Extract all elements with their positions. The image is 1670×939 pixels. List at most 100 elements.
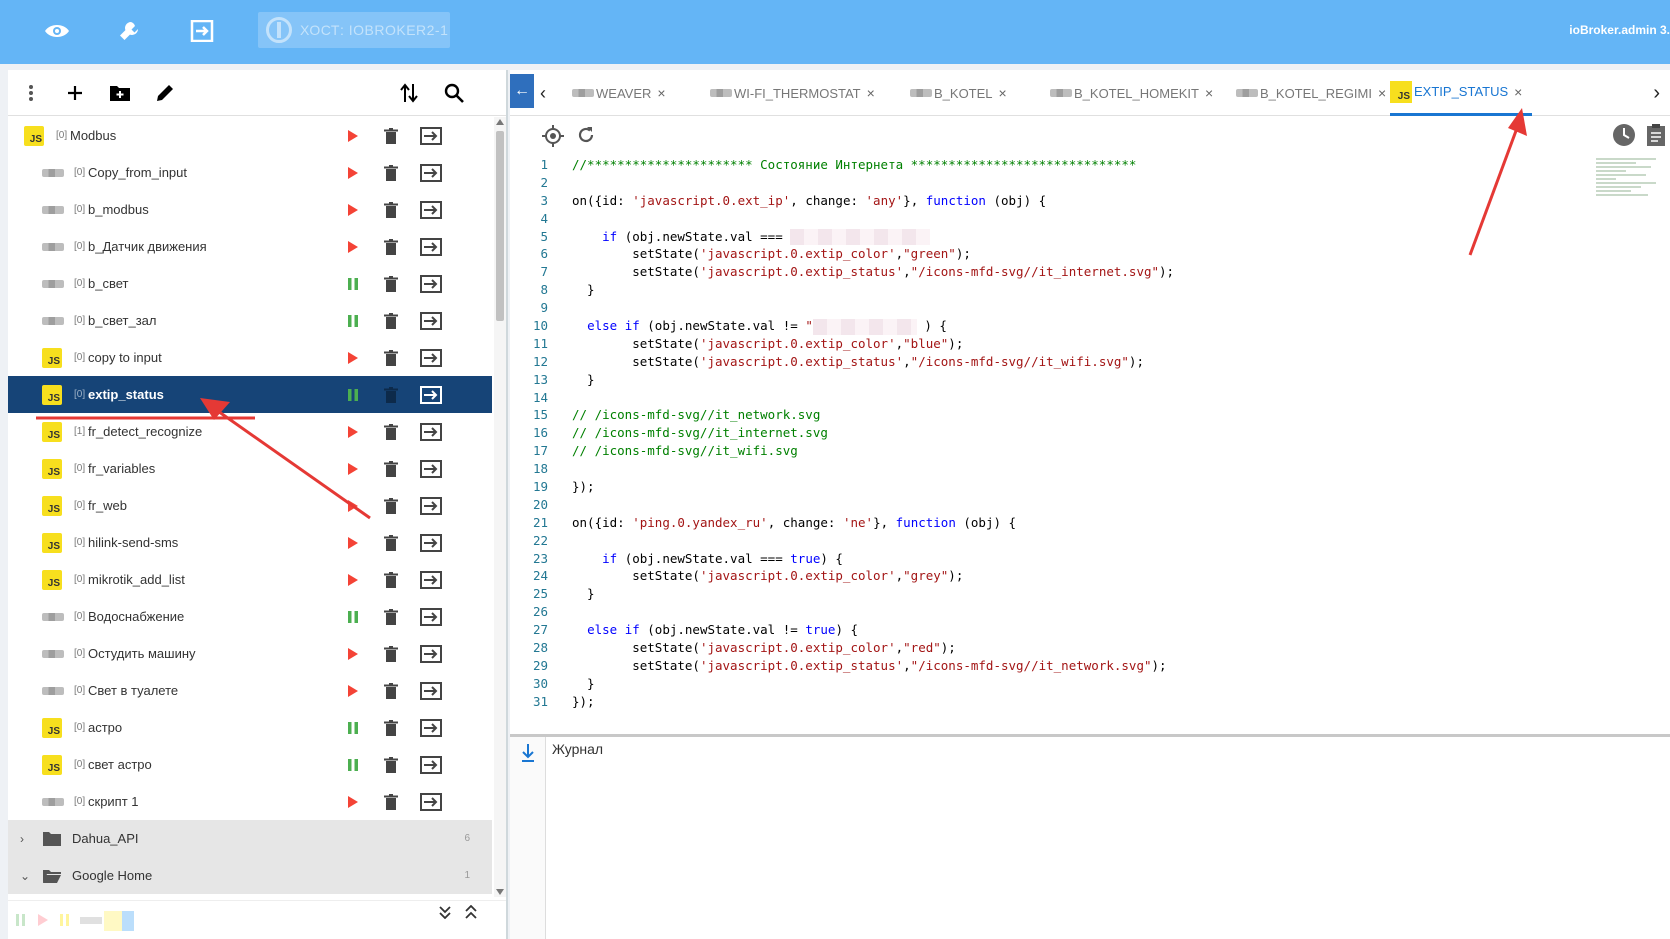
clipboard-icon[interactable]	[1646, 123, 1666, 152]
script-row[interactable]: JS [0] астро	[8, 709, 492, 746]
close-icon[interactable]: ×	[867, 85, 875, 101]
pause-icon[interactable]	[342, 606, 364, 628]
export-icon[interactable]	[420, 680, 442, 702]
export-icon[interactable]	[420, 495, 442, 517]
export-icon[interactable]	[420, 310, 442, 332]
delete-icon[interactable]	[380, 532, 402, 554]
chevron-down-icon[interactable]: ⌄	[20, 869, 30, 883]
script-row[interactable]: [0] b_modbus	[8, 191, 492, 228]
script-row[interactable]: JS [1] fr_detect_recognize	[8, 413, 492, 450]
script-row[interactable]: JS [0] свет астро	[8, 746, 492, 783]
chevron-right-icon[interactable]: ›	[20, 832, 24, 846]
close-icon[interactable]: ×	[1378, 85, 1386, 101]
script-row[interactable]: JS [0] fr_web	[8, 487, 492, 524]
play-icon[interactable]	[342, 495, 364, 517]
close-icon[interactable]: ×	[1205, 85, 1213, 101]
eye-icon[interactable]	[40, 14, 74, 48]
collapse-panel-button[interactable]: ←	[510, 74, 534, 108]
close-icon[interactable]: ×	[657, 85, 665, 101]
pause-icon[interactable]	[342, 273, 364, 295]
script-row[interactable]: JS [0] fr_variables	[8, 450, 492, 487]
logout-icon[interactable]	[185, 14, 219, 48]
folder-row[interactable]: ⌄ Google Home 1	[8, 857, 492, 894]
delete-icon[interactable]	[380, 643, 402, 665]
search-icon[interactable]	[439, 78, 469, 108]
export-icon[interactable]	[420, 273, 442, 295]
pause-icon[interactable]	[342, 754, 364, 776]
folder-row[interactable]: › Dahua_API 6	[8, 820, 492, 857]
script-row[interactable]: [0] скрипт 1	[8, 783, 492, 820]
delete-icon[interactable]	[380, 717, 402, 739]
script-row[interactable]: JS [0] hilink-send-sms	[8, 524, 492, 561]
wrench-icon[interactable]	[112, 14, 146, 48]
tab-extip_status[interactable]: JS EXTIP_STATUS ×	[1390, 70, 1533, 116]
close-icon[interactable]: ×	[1514, 84, 1522, 100]
delete-icon[interactable]	[380, 495, 402, 517]
delete-icon[interactable]	[380, 347, 402, 369]
filter-icons[interactable]	[14, 911, 134, 931]
add-folder-button[interactable]	[105, 78, 135, 108]
export-icon[interactable]	[420, 791, 442, 813]
play-icon[interactable]	[342, 458, 364, 480]
delete-icon[interactable]	[380, 162, 402, 184]
export-icon[interactable]	[420, 421, 442, 443]
play-icon[interactable]	[342, 421, 364, 443]
host-selector[interactable]: ХОСТ: IOBROKER2-1	[258, 12, 450, 48]
delete-icon[interactable]	[380, 791, 402, 813]
delete-icon[interactable]	[380, 569, 402, 591]
tab-b_kotel_regimi[interactable]: B_KOTEL_REGIMI ×	[1236, 70, 1386, 116]
script-row[interactable]: [0] b_свет	[8, 265, 492, 302]
export-icon[interactable]	[420, 199, 442, 221]
code-editor[interactable]: 1 //********************** Состояние Инте…	[510, 156, 1670, 756]
expand-all-icon[interactable]	[438, 905, 452, 924]
export-icon[interactable]	[420, 754, 442, 776]
script-row[interactable]: JS [0] copy to input	[8, 339, 492, 376]
tab-b_kotel_homekit[interactable]: B_KOTEL_HOMEKIT ×	[1050, 70, 1213, 116]
play-icon[interactable]	[342, 532, 364, 554]
play-icon[interactable]	[342, 643, 364, 665]
script-row[interactable]: [0] b_Датчик движения	[8, 228, 492, 265]
delete-icon[interactable]	[380, 273, 402, 295]
script-row[interactable]: [0] b_свет_зал	[8, 302, 492, 339]
export-icon[interactable]	[420, 236, 442, 258]
script-list-scrollbar[interactable]	[494, 117, 506, 897]
tabs-scroll-left-icon[interactable]: ‹	[540, 83, 546, 104]
play-icon[interactable]	[342, 347, 364, 369]
export-icon[interactable]	[420, 643, 442, 665]
more-icon[interactable]	[16, 78, 46, 108]
delete-icon[interactable]	[380, 384, 402, 406]
tab-b_kotel[interactable]: B_KOTEL ×	[910, 70, 1007, 116]
export-icon[interactable]	[420, 347, 442, 369]
delete-icon[interactable]	[380, 458, 402, 480]
export-icon[interactable]	[420, 162, 442, 184]
delete-icon[interactable]	[380, 680, 402, 702]
play-icon[interactable]	[342, 791, 364, 813]
export-icon[interactable]	[420, 717, 442, 739]
close-icon[interactable]: ×	[999, 85, 1007, 101]
clock-icon[interactable]	[1612, 123, 1636, 152]
refresh-icon[interactable]	[576, 125, 596, 150]
script-row[interactable]: JS [0] extip_status	[8, 376, 492, 413]
locate-icon[interactable]	[542, 125, 564, 152]
script-row[interactable]: [0] Свет в туалете	[8, 672, 492, 709]
play-icon[interactable]	[342, 236, 364, 258]
edit-button[interactable]	[150, 78, 180, 108]
pause-icon[interactable]	[342, 717, 364, 739]
delete-icon[interactable]	[380, 310, 402, 332]
export-icon[interactable]	[420, 384, 442, 406]
play-icon[interactable]	[342, 569, 364, 591]
play-icon[interactable]	[342, 680, 364, 702]
delete-icon[interactable]	[380, 754, 402, 776]
collapse-all-icon[interactable]	[464, 904, 478, 924]
play-icon[interactable]	[342, 125, 364, 147]
delete-icon[interactable]	[380, 236, 402, 258]
export-icon[interactable]	[420, 458, 442, 480]
play-icon[interactable]	[342, 199, 364, 221]
code-minimap[interactable]	[1596, 156, 1666, 216]
script-row[interactable]: [0] Водоснабжение	[8, 598, 492, 635]
user-label[interactable]: ioBroker.admin 3.	[1569, 23, 1670, 37]
export-icon[interactable]	[420, 606, 442, 628]
script-row[interactable]: [0] Остудить машину	[8, 635, 492, 672]
add-script-button[interactable]	[60, 78, 90, 108]
delete-icon[interactable]	[380, 125, 402, 147]
